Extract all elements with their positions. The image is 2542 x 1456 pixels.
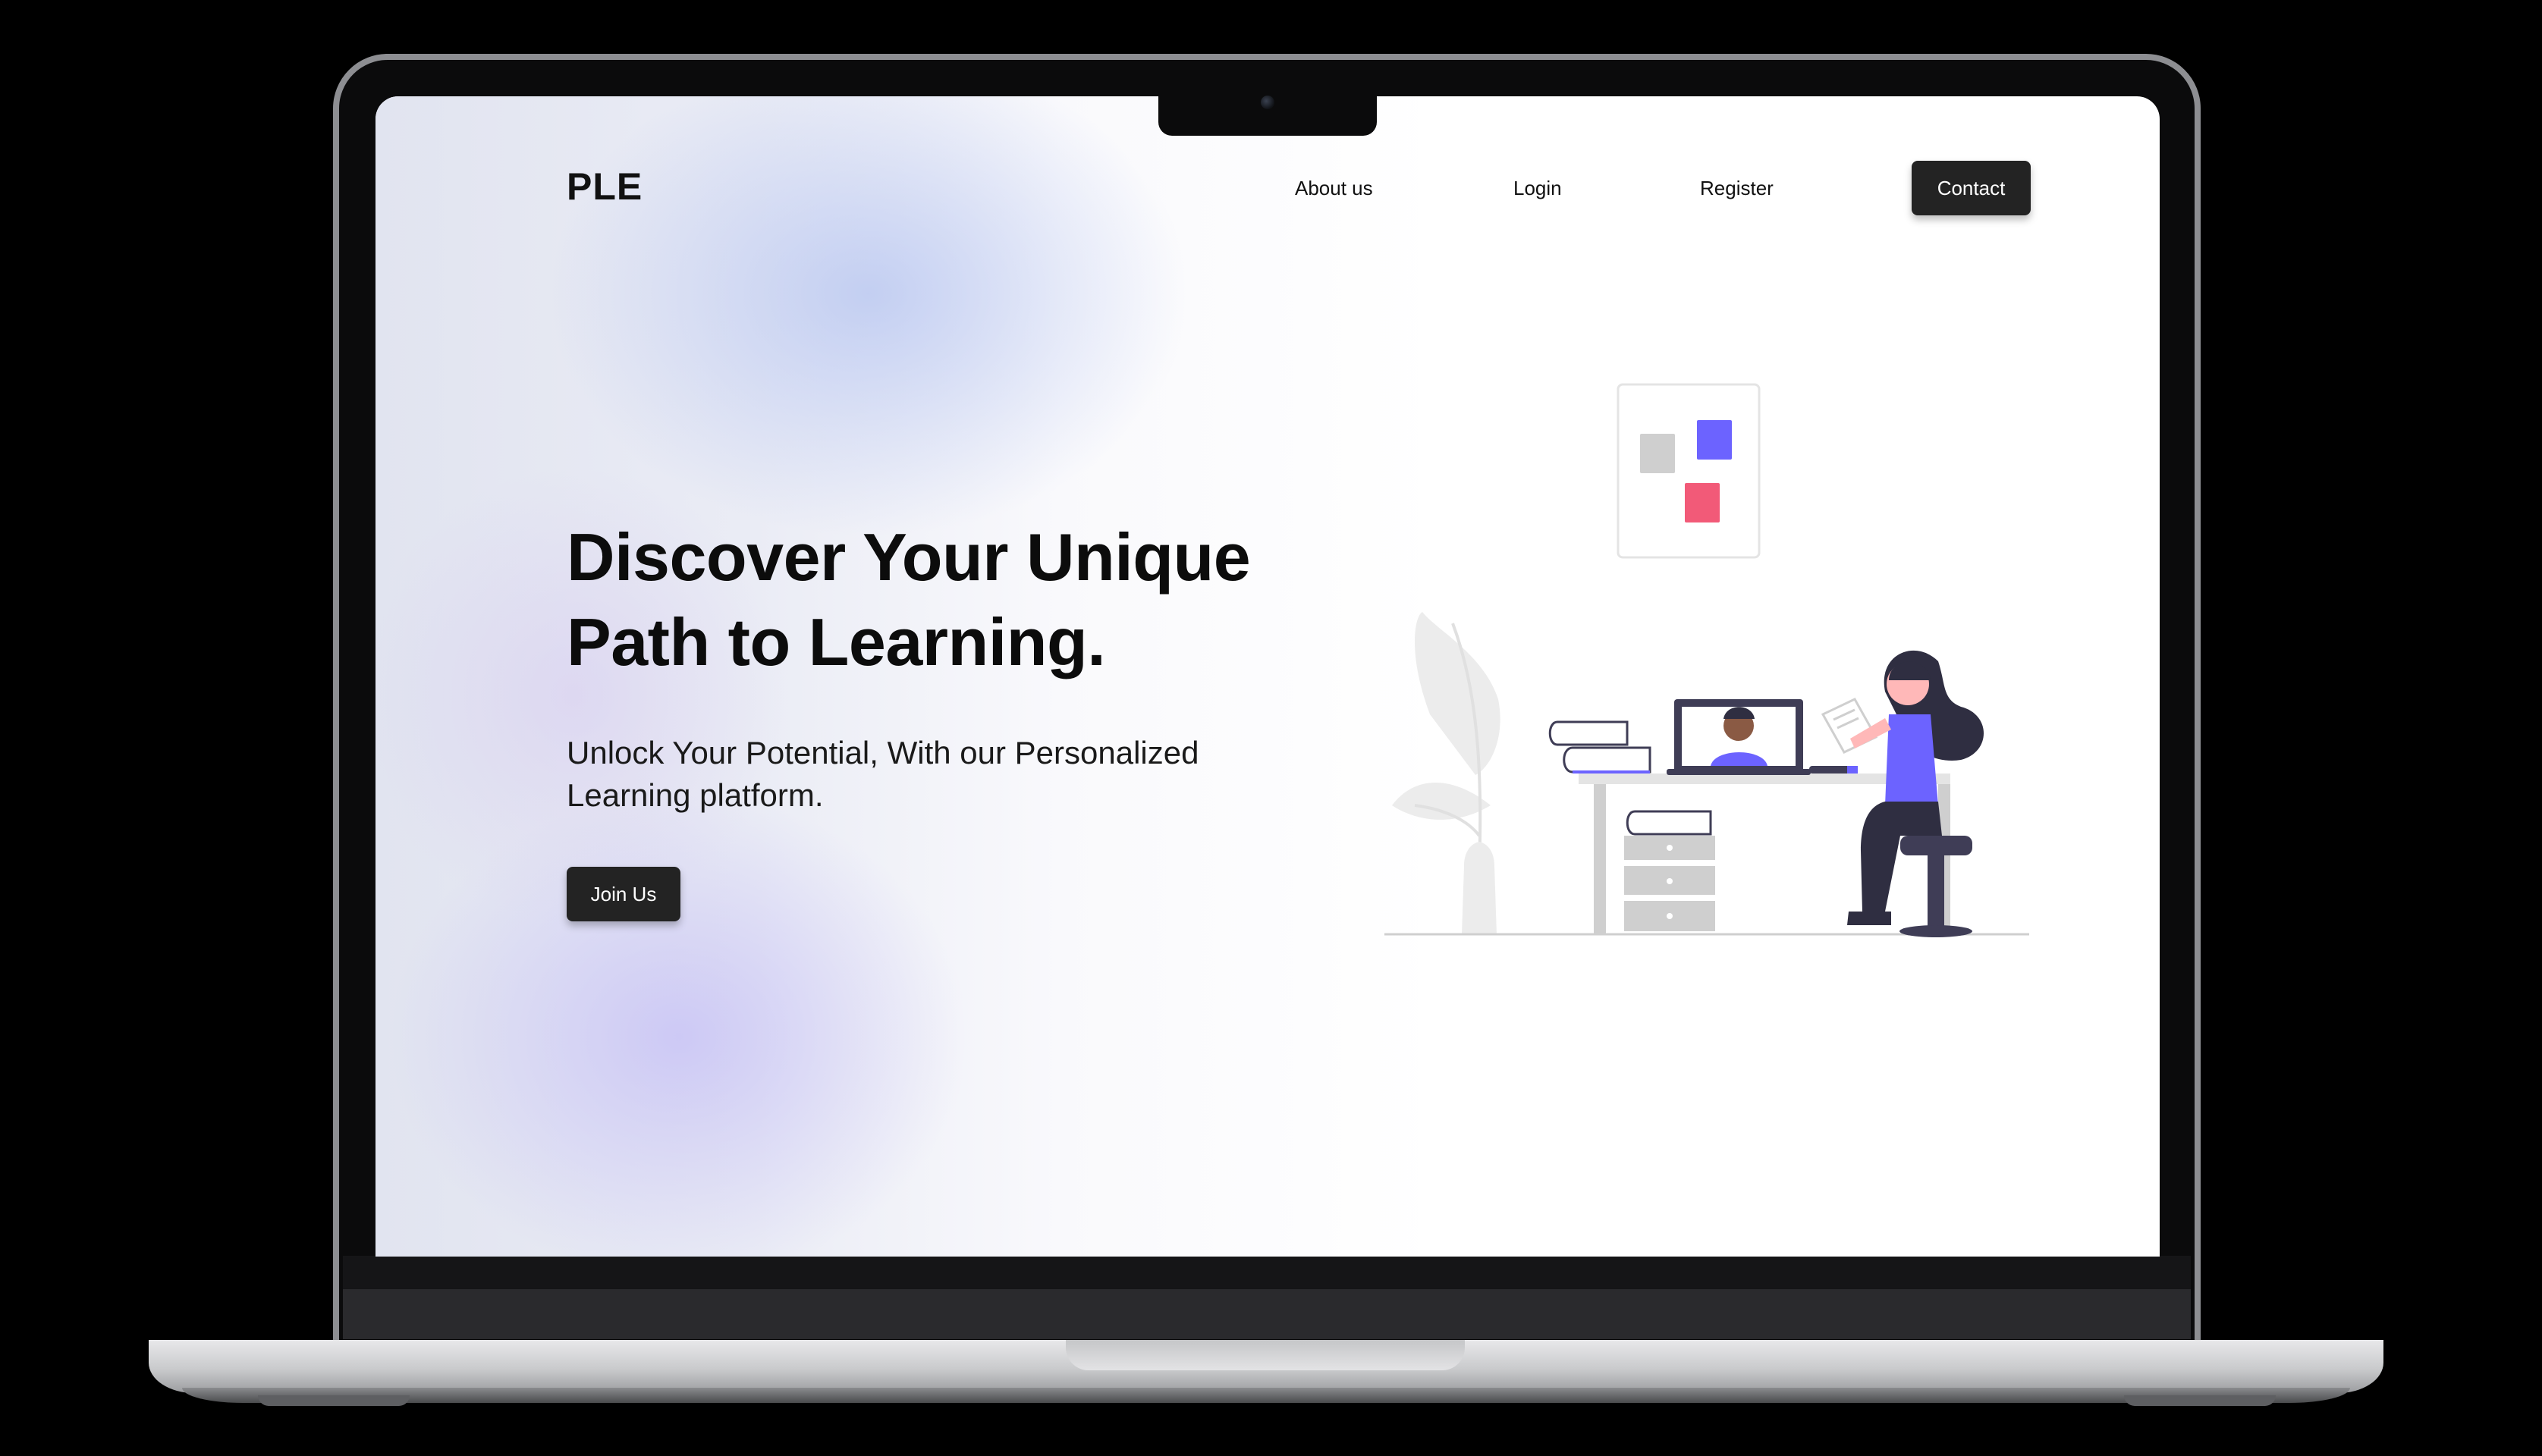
plant bbox=[1392, 612, 1500, 934]
bezel-strip bbox=[343, 1289, 2191, 1339]
hero-title: Discover Your Unique Path to Learning. bbox=[567, 515, 1401, 685]
nav-about-us[interactable]: About us bbox=[1295, 177, 1373, 200]
board-pink-square bbox=[1685, 483, 1720, 522]
nav-login[interactable]: Login bbox=[1513, 177, 1562, 200]
board bbox=[1617, 383, 1761, 559]
hero-subtitle: Unlock Your Potential, With our Personal… bbox=[567, 732, 1325, 817]
laptop-base-edge bbox=[182, 1388, 2350, 1403]
laptop-foot-right bbox=[2124, 1395, 2276, 1406]
laptop-foot-left bbox=[258, 1395, 410, 1406]
join-us-button[interactable]: Join Us bbox=[567, 867, 680, 921]
hero-subtitle-line1: Unlock Your Potential, With our Personal… bbox=[567, 735, 1199, 770]
hero-subtitle-line2: Learning platform. bbox=[567, 777, 824, 813]
trackpad-notch bbox=[1066, 1340, 1465, 1370]
hero-title-line2: Path to Learning. bbox=[567, 604, 1106, 679]
logo[interactable]: PLE bbox=[567, 165, 643, 209]
camera-icon bbox=[1261, 96, 1274, 109]
hero-title-line1: Discover Your Unique bbox=[567, 519, 1251, 595]
board-gray-square bbox=[1640, 434, 1675, 473]
contact-button[interactable]: Contact bbox=[1912, 161, 2031, 215]
person-reading bbox=[1809, 650, 1984, 937]
board-purple-square bbox=[1697, 420, 1732, 460]
nav-register[interactable]: Register bbox=[1700, 177, 1774, 200]
device-mockup: PLE About us Login Register Contact Disc… bbox=[0, 0, 2542, 1456]
screen: PLE About us Login Register Contact Disc… bbox=[375, 96, 2160, 1257]
desk-laptop bbox=[1667, 699, 1811, 775]
learning-illustration bbox=[1384, 383, 2029, 937]
